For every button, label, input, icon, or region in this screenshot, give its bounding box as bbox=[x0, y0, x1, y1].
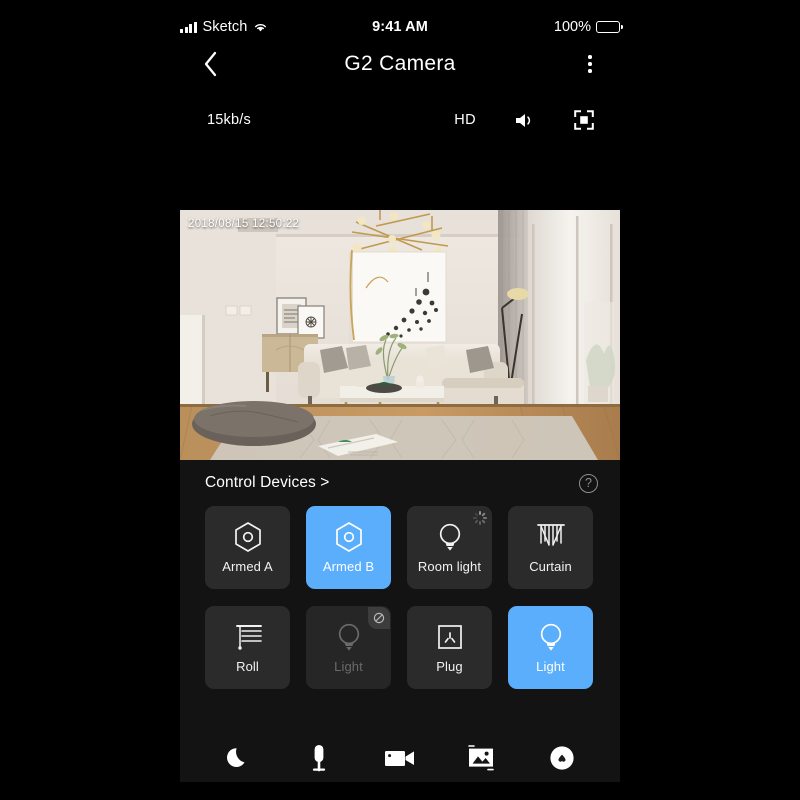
shield-hexagon-icon bbox=[233, 521, 263, 552]
phone-screen: Sketch 9:41 AM 100% G2 Camera 15kb/s HD … bbox=[0, 0, 800, 800]
device-tile-light-on[interactable]: Light bbox=[508, 606, 593, 689]
wifi-icon bbox=[255, 24, 267, 32]
status-time: 9:41 AM bbox=[372, 19, 428, 35]
photo-icon bbox=[467, 745, 494, 771]
fullscreen-icon[interactable] bbox=[574, 110, 594, 130]
curtain-icon bbox=[536, 522, 566, 552]
more-options-button[interactable] bbox=[560, 55, 620, 73]
bulb-icon bbox=[437, 522, 463, 552]
chevron-left-icon bbox=[204, 51, 216, 77]
navigation-bar: G2 Camera bbox=[180, 44, 620, 84]
battery-percent-label: 100% bbox=[553, 19, 591, 35]
status-bar-right: 100% bbox=[470, 19, 623, 35]
device-tile-roll[interactable]: Roll bbox=[205, 606, 290, 689]
control-devices-link[interactable]: Control Devices > bbox=[205, 474, 329, 492]
status-bar: Sketch 9:41 AM 100% bbox=[180, 14, 623, 40]
battery-full-icon bbox=[596, 21, 623, 33]
stream-actions: HD bbox=[454, 110, 594, 130]
bottom-action-bar bbox=[180, 734, 620, 782]
device-label: Light bbox=[334, 658, 363, 674]
record-button[interactable] bbox=[377, 735, 423, 781]
moon-icon bbox=[227, 748, 245, 767]
device-label: Light bbox=[536, 658, 565, 674]
device-label: Plug bbox=[436, 658, 463, 674]
device-label: Curtain bbox=[529, 558, 572, 574]
bulb-icon bbox=[336, 622, 362, 652]
question-mark-circle-icon[interactable]: ? bbox=[579, 473, 598, 493]
device-label: Armed B bbox=[322, 558, 375, 574]
device-tile-armed-a[interactable]: Armed A bbox=[205, 506, 290, 589]
quality-toggle[interactable]: HD bbox=[454, 112, 476, 128]
device-label: Armed A bbox=[222, 558, 273, 574]
device-label: Roll bbox=[236, 658, 259, 674]
night-mode-button[interactable] bbox=[215, 735, 261, 781]
device-tile-light-disabled: Light bbox=[306, 606, 391, 689]
more-vertical-icon bbox=[588, 55, 592, 60]
video-timestamp: 2018/08/15 12:50:22 bbox=[188, 218, 300, 230]
talk-button[interactable] bbox=[296, 735, 342, 781]
loading-badge bbox=[468, 506, 492, 530]
power-outlet-icon bbox=[435, 622, 465, 652]
carrier-label: Sketch bbox=[202, 19, 248, 35]
speaker-on-icon[interactable] bbox=[514, 111, 536, 130]
device-tile-plug[interactable]: Plug bbox=[407, 606, 492, 689]
control-panel-header: Control Devices > ? bbox=[180, 460, 620, 506]
video-camera-icon bbox=[384, 751, 414, 766]
living-room-camera-feed bbox=[180, 210, 620, 460]
shield-hexagon-icon bbox=[334, 521, 364, 552]
microphone-icon bbox=[313, 745, 326, 772]
blocked-icon bbox=[368, 607, 390, 629]
favorite-button[interactable] bbox=[539, 735, 585, 781]
roller-blind-icon bbox=[233, 622, 263, 652]
back-button[interactable] bbox=[180, 51, 240, 77]
bitrate-label: 15kb/s bbox=[207, 112, 251, 128]
blocked-badge bbox=[367, 606, 391, 630]
device-grid: Armed A Armed B Room light Curtain Roll … bbox=[180, 506, 620, 689]
device-tile-room-light[interactable]: Room light bbox=[407, 506, 492, 589]
status-bar-left: Sketch bbox=[180, 19, 330, 35]
stream-toolbar: 15kb/s HD bbox=[180, 105, 620, 135]
signal-bars-icon bbox=[180, 21, 197, 33]
snapshot-button[interactable] bbox=[458, 735, 504, 781]
camera-video-feed[interactable]: 2018/08/15 12:50:22 bbox=[180, 210, 620, 460]
spinner-icon bbox=[473, 511, 487, 525]
heart-circle-icon bbox=[549, 746, 574, 770]
page-title: G2 Camera bbox=[344, 52, 456, 75]
bulb-icon bbox=[538, 622, 564, 652]
device-label: Room light bbox=[417, 558, 482, 574]
device-tile-curtain[interactable]: Curtain bbox=[508, 506, 593, 589]
device-tile-armed-b[interactable]: Armed B bbox=[306, 506, 391, 589]
